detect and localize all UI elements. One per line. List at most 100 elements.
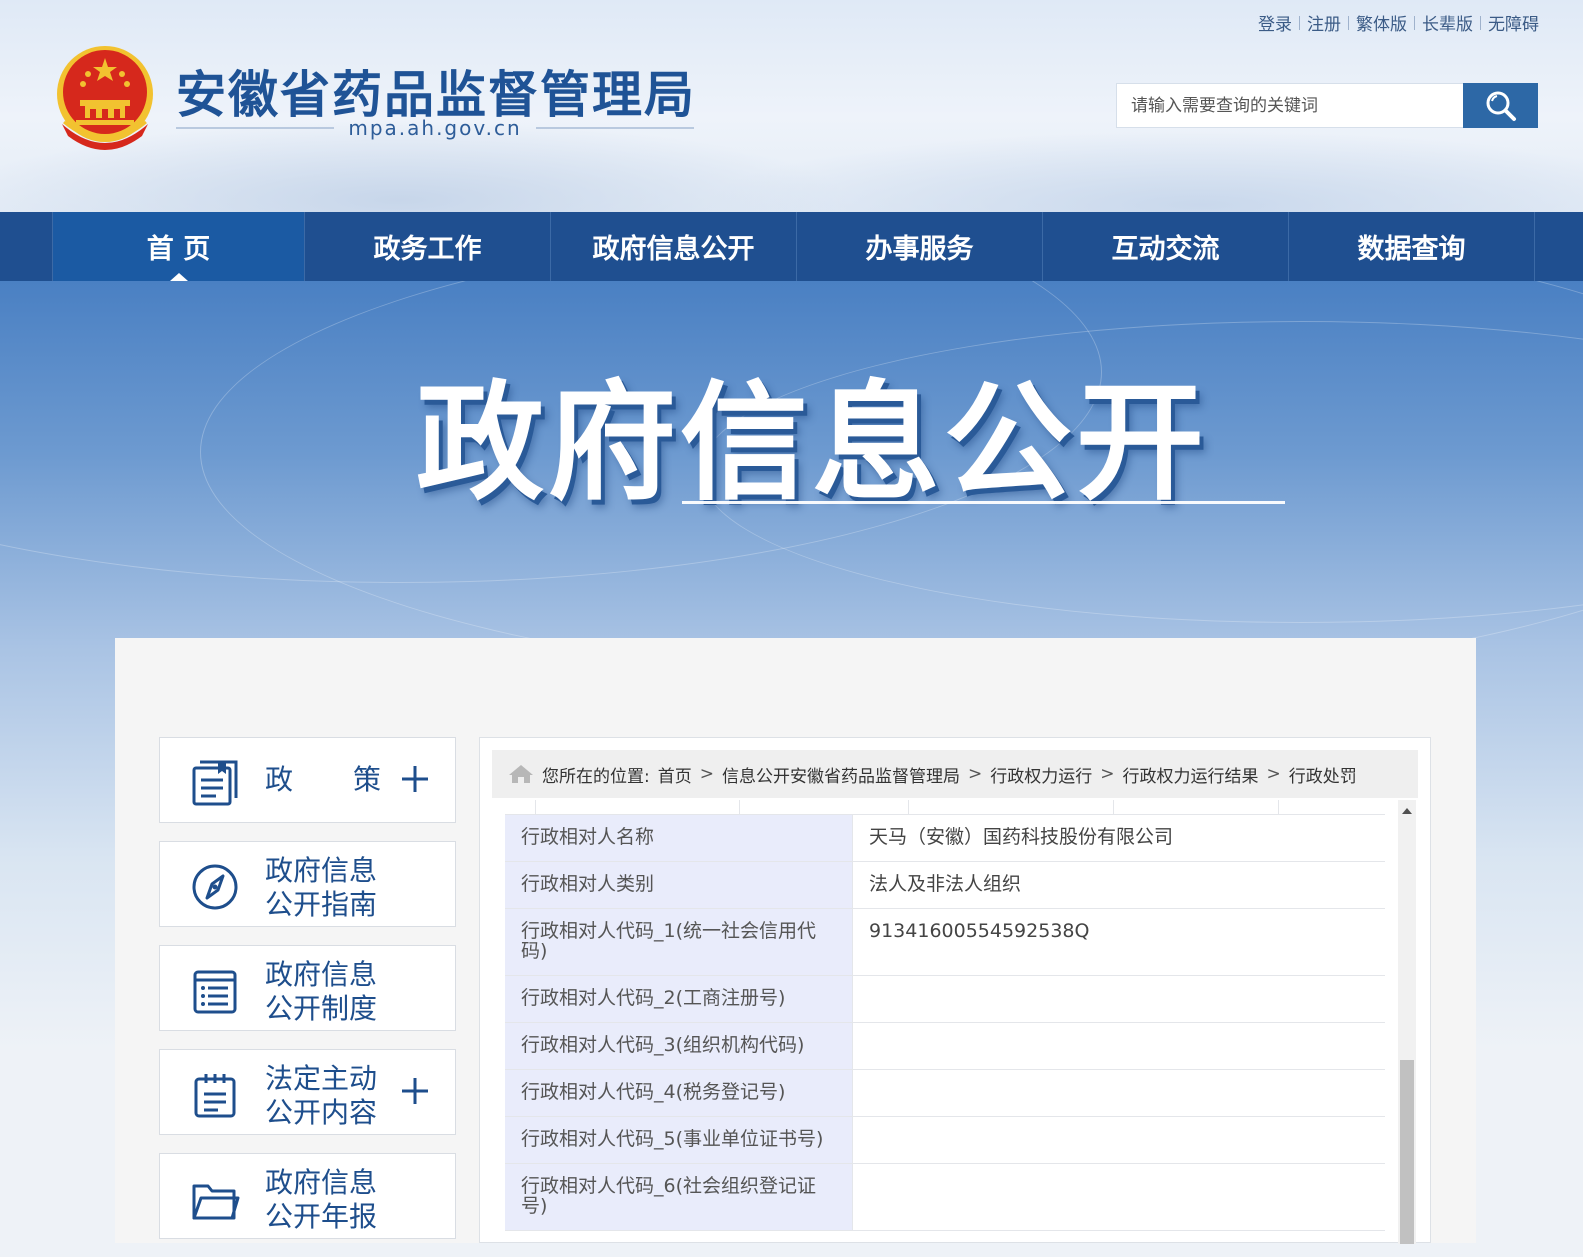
field-key: 行政相对人代码_4(税务登记号): [505, 1069, 853, 1117]
field-key: 行政相对人代码_6(社会组织登记证号): [505, 1163, 853, 1231]
clipboard-icon: [194, 1074, 236, 1118]
plus-icon[interactable]: [400, 764, 430, 794]
breadcrumb: 您所在的位置: 首页 > 信息公开安徽省药品监督管理局 > 行政权力运行 > 行…: [492, 750, 1418, 798]
table-row: 行政相对人类别 法人及非法人组织: [505, 861, 1385, 909]
field-key: 行政相对人名称: [505, 815, 853, 862]
scroll-up-arrow-icon[interactable]: [1402, 808, 1412, 814]
main-nav: 首 页 政务工作 政府信息公开 办事服务 互动交流 数据查询: [0, 212, 1583, 281]
column-line: [1113, 800, 1114, 814]
accessibility-link[interactable]: 无障碍: [1488, 10, 1539, 35]
breadcrumb-separator: >: [1266, 764, 1281, 784]
nav-item-government-affairs[interactable]: 政务工作: [305, 212, 551, 281]
nav-item-interaction[interactable]: 互动交流: [1043, 212, 1289, 281]
table-row: 行政相对人代码_3(组织机构代码): [505, 1022, 1385, 1070]
sidebar-item-label: 法定主动 公开内容: [265, 1062, 395, 1130]
plus-icon[interactable]: [400, 1076, 430, 1106]
sidebar-item-policy[interactable]: 政 策: [159, 737, 456, 823]
breadcrumb-admin-penalty[interactable]: 行政处罚: [1289, 762, 1357, 787]
login-link[interactable]: 登录: [1258, 10, 1292, 35]
header-mountain-decoration: [700, 130, 1583, 212]
field-key: 行政相对人代码_5(事业单位证书号): [505, 1116, 853, 1164]
scrollbar-thumb[interactable]: [1400, 1060, 1414, 1244]
traditional-chinese-link[interactable]: 繁体版: [1356, 10, 1407, 35]
link-divider: [1414, 15, 1415, 30]
nav-item-info-disclosure[interactable]: 政府信息公开: [551, 212, 797, 281]
link-divider: [1348, 15, 1349, 30]
field-value: [852, 975, 1385, 1023]
site-header: 登录 注册 繁体版 长辈版 无障碍 安徽省药品监督管理局 mpa.ah.gov.…: [0, 0, 1583, 212]
column-line: [739, 800, 740, 814]
banner-title: 政府信息公开: [416, 369, 1209, 518]
nav-label: 首 页: [146, 234, 211, 265]
breadcrumb-separator: >: [1100, 764, 1115, 784]
label-line: 公开制度: [265, 992, 378, 1025]
breadcrumb-prefix: 您所在的位置:: [542, 766, 650, 787]
nav-label: 互动交流: [1111, 234, 1220, 265]
sidebar-item-label: 政府信息 公开指南: [265, 854, 395, 922]
vertical-scrollbar[interactable]: [1398, 800, 1416, 1244]
sidebar-item-statutory-disclosure[interactable]: 法定主动 公开内容: [159, 1049, 456, 1135]
nav-label: 政务工作: [373, 234, 482, 265]
top-links: 登录 注册 繁体版 长辈版 无障碍: [1258, 10, 1539, 35]
breadcrumb-admin-power[interactable]: 行政权力运行: [990, 762, 1092, 787]
breadcrumb-separator: >: [967, 764, 983, 784]
national-emblem-icon: [57, 46, 153, 150]
site-domain-row: mpa.ah.gov.cn: [176, 116, 695, 140]
table-row: 行政相对人代码_5(事业单位证书号): [505, 1116, 1385, 1164]
document-stack-icon: [192, 760, 238, 806]
table-row: 行政相对人代码_1(统一社会信用代码) 91341600554592538Q: [505, 908, 1385, 976]
link-divider: [1480, 15, 1481, 30]
field-key: 行政相对人类别: [505, 861, 853, 909]
table-row: 行政相对人代码_6(社会组织登记证号): [505, 1163, 1385, 1231]
field-key: 行政相对人代码_3(组织机构代码): [505, 1022, 853, 1070]
label-line: 公开指南: [265, 888, 378, 921]
domain-rule: [535, 127, 695, 129]
breadcrumb-home[interactable]: 首页: [658, 762, 692, 787]
field-key: 行政相对人代码_1(统一社会信用代码): [505, 908, 853, 976]
link-divider: [1299, 15, 1300, 30]
search-input[interactable]: [1116, 83, 1463, 128]
label-char: 策: [352, 763, 381, 796]
sidebar-item-annual-report[interactable]: 政府信息 公开年报: [159, 1153, 456, 1239]
sidebar-item-label: 政 策: [265, 763, 381, 797]
breadcrumb-separator: >: [699, 764, 714, 784]
nav-label: 办事服务: [865, 234, 974, 265]
search-button[interactable]: [1463, 83, 1538, 128]
field-value: [852, 1163, 1385, 1231]
site-domain: mpa.ah.gov.cn: [348, 116, 522, 140]
sidebar-item-label: 政府信息 公开年报: [265, 1166, 395, 1234]
nav-item-services[interactable]: 办事服务: [797, 212, 1043, 281]
field-key: 行政相对人代码_2(工商注册号): [505, 975, 853, 1023]
label-line: 政府信息: [265, 958, 378, 991]
nav-item-data-query[interactable]: 数据查询: [1289, 212, 1535, 281]
field-value: 法人及非法人组织: [852, 861, 1385, 909]
main-panel: 您所在的位置: 首页 > 信息公开安徽省药品监督管理局 > 行政权力运行 > 行…: [479, 737, 1431, 1244]
breadcrumb-admin-power-result[interactable]: 行政权力运行结果: [1122, 762, 1258, 787]
field-value: 天马（安徽）国药科技股份有限公司: [852, 815, 1385, 862]
label-line: 法定主动: [265, 1062, 378, 1095]
column-line: [1278, 800, 1279, 814]
search-icon: [1486, 91, 1516, 121]
column-line: [908, 800, 909, 814]
nav-label: 数据查询: [1357, 234, 1466, 265]
sidebar-item-disclosure-system[interactable]: 政府信息 公开制度: [159, 945, 456, 1031]
elder-mode-link[interactable]: 长辈版: [1422, 10, 1473, 35]
label-line: 政府信息: [265, 854, 378, 887]
label-line: 政府信息: [265, 1166, 378, 1199]
record-table: 行政相对人名称 天马（安徽）国药科技股份有限公司 行政相对人类别 法人及非法人组…: [505, 815, 1385, 1231]
domain-rule: [176, 127, 335, 129]
banner-underline: [682, 501, 1285, 504]
register-link[interactable]: 注册: [1307, 10, 1341, 35]
record-table-viewport[interactable]: 行政相对人名称 天马（安徽）国药科技股份有限公司 行政相对人类别 法人及非法人组…: [505, 800, 1385, 1244]
active-caret-icon: [169, 273, 188, 281]
home-icon: [509, 765, 533, 783]
search-bar: [1116, 83, 1538, 128]
nav-item-home[interactable]: 首 页: [52, 212, 305, 281]
sidebar-item-disclosure-guide[interactable]: 政府信息 公开指南: [159, 841, 456, 927]
nav-label: 政府信息公开: [592, 234, 755, 265]
table-top-edge: [505, 800, 1385, 815]
breadcrumb-bureau[interactable]: 信息公开安徽省药品监督管理局: [722, 762, 960, 787]
field-value: [852, 1116, 1385, 1164]
label-line: 公开年报: [265, 1200, 378, 1233]
folder-icon: [192, 1184, 240, 1220]
